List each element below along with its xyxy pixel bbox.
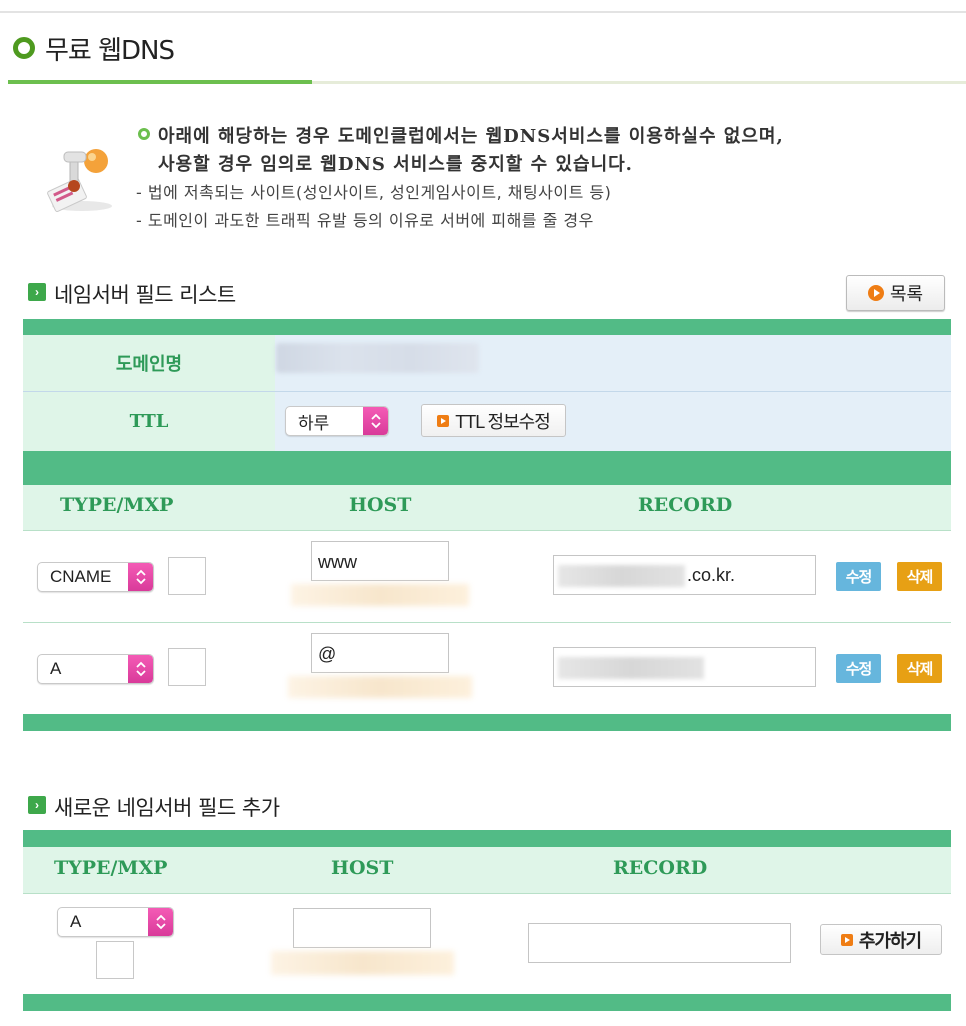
header-host: HOST — [349, 494, 412, 516]
edit-button[interactable]: 수정 — [836, 654, 881, 683]
row-divider — [23, 893, 951, 894]
mxp-input[interactable] — [168, 648, 206, 686]
add-header-host: HOST — [331, 857, 394, 879]
new-type-value: A — [70, 912, 82, 931]
notice-line-1: 아래에 해당하는 경우 도메인클럽에서는 웹DNS서비스를 이용하실수 없으며, — [158, 126, 784, 147]
host-input[interactable]: www — [311, 541, 449, 581]
warning-illustration-icon — [42, 144, 122, 214]
arrow-icon — [840, 933, 853, 946]
add-field-title: 새로운 네임서버 필드 추가 — [54, 796, 280, 820]
top-divider — [0, 11, 966, 13]
add-table-top-band — [23, 830, 951, 847]
page-title: 무료 웹DNS — [45, 36, 175, 66]
header-record: RECORD — [638, 494, 733, 516]
new-record-input[interactable] — [528, 923, 791, 963]
mxp-input[interactable] — [168, 557, 206, 595]
notice-line-3: - 법에 저촉되는 사이트(성인사이트, 성인게임사이트, 채팅사이트 등) — [136, 183, 612, 202]
record-redacted — [558, 657, 704, 679]
ttl-edit-button[interactable]: TTL 정보수정 — [421, 404, 566, 437]
record-type-select[interactable]: CNAME — [37, 562, 154, 592]
notice-bullet-icon — [138, 128, 150, 140]
record-type-value: CNAME — [50, 567, 112, 586]
record-input[interactable] — [553, 647, 816, 687]
title-circle-icon — [13, 37, 35, 59]
record-input[interactable]: .co.kr. — [553, 555, 816, 595]
select-arrows-icon — [128, 655, 153, 683]
select-arrows-icon — [128, 563, 153, 591]
play-icon — [867, 285, 884, 301]
select-arrows-icon — [148, 908, 173, 936]
add-header-type: TYPE/MXP — [54, 857, 168, 879]
add-button[interactable]: 추가하기 — [820, 924, 942, 955]
host-redacted — [288, 676, 472, 698]
new-type-select[interactable]: A — [57, 907, 174, 937]
ttl-edit-label: TTL 정보수정 — [455, 411, 551, 432]
title-underline — [8, 80, 312, 84]
select-arrows-icon — [363, 407, 388, 435]
host-input[interactable]: @ — [311, 633, 449, 673]
section-arrow-icon: › — [28, 283, 46, 301]
edit-button[interactable]: 수정 — [836, 562, 881, 591]
add-table-bottom-band — [23, 994, 951, 1011]
list-button-label: 목록 — [889, 284, 924, 304]
new-mxp-input[interactable] — [96, 941, 134, 979]
record-redacted — [558, 565, 685, 587]
add-header-record: RECORD — [613, 857, 708, 879]
header-type: TYPE/MXP — [60, 494, 174, 516]
domain-value-redacted — [276, 343, 479, 373]
arrow-icon — [437, 414, 450, 427]
record-type-select[interactable]: A — [37, 654, 154, 684]
notice-line-4: - 도메인이 과도한 트래픽 유발 등의 이유로 서버에 피해를 줄 경우 — [136, 211, 594, 230]
domain-label: 도메인명 — [23, 335, 275, 391]
table-bottom-band — [23, 714, 951, 731]
record-suffix: .co.kr. — [687, 565, 736, 585]
add-button-label: 추가하기 — [858, 930, 922, 951]
host-redacted — [291, 584, 469, 606]
new-host-input[interactable] — [293, 908, 431, 948]
ttl-select-value: 하루 — [298, 413, 330, 433]
delete-button[interactable]: 삭제 — [897, 654, 942, 683]
ttl-label: TTL — [23, 392, 275, 451]
row-divider — [23, 622, 951, 623]
record-type-value: A — [50, 659, 62, 678]
title-underline-rest — [312, 81, 966, 84]
delete-button[interactable]: 삭제 — [897, 562, 942, 591]
section-arrow-icon: › — [28, 796, 46, 814]
table-mid-band — [23, 451, 951, 485]
nameserver-list-title: 네임서버 필드 리스트 — [54, 283, 236, 307]
new-host-redacted — [271, 951, 454, 975]
list-button[interactable]: 목록 — [846, 275, 945, 311]
row-divider — [23, 530, 951, 531]
ttl-select[interactable]: 하루 — [285, 406, 389, 436]
table-top-band — [23, 319, 951, 335]
notice-line-2: 사용할 경우 임의로 웹DNS 서비스를 중지할 수 있습니다. — [158, 154, 633, 175]
